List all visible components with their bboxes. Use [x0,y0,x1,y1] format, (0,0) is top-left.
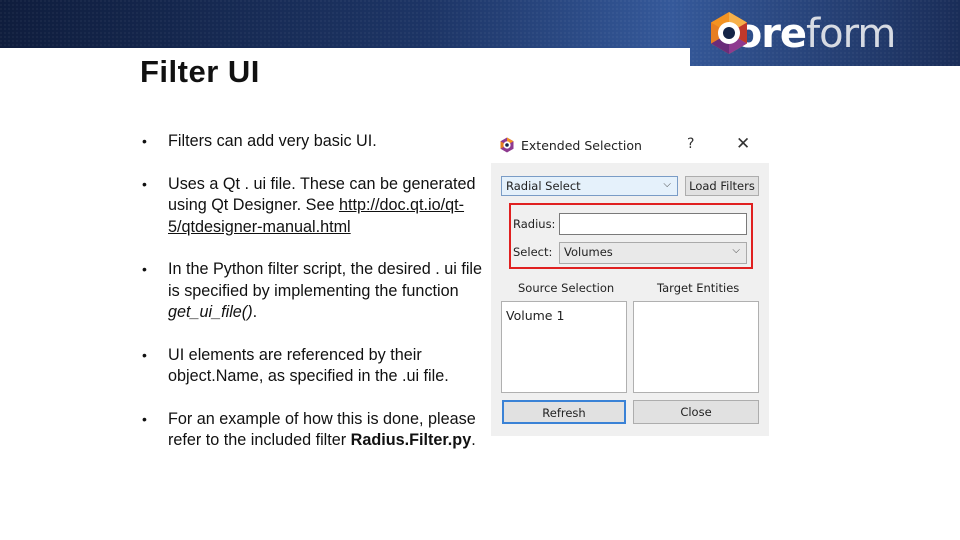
extended-selection-dialog: Extended Selection ? ✕ Radial Select ⌵ L… [491,127,769,436]
refresh-button[interactable]: Refresh [502,400,626,424]
bullet-text-end: . [471,431,476,449]
coreform-logo: coreform [706,10,896,58]
bullet-item: • Filters can add very basic UI. [142,131,487,153]
list-item[interactable]: Volume 1 [506,308,564,323]
bullet-list: • Filters can add very basic UI. • Uses … [142,131,487,473]
coreform-logo-icon [711,12,747,54]
chevron-down-icon: ⌵ [663,179,671,190]
radius-label: Radius: [513,217,556,231]
source-selection-header: Source Selection [518,281,615,295]
bullet-dot: • [142,410,147,427]
bullet-item: • UI elements are referenced by their ob… [142,345,487,388]
bullet-dot: • [142,175,147,192]
target-entities-list[interactable] [633,301,759,393]
bullet-item: • In the Python filter script, the desir… [142,259,487,324]
radius-input[interactable] [559,213,747,235]
dialog-titlebar: Extended Selection ? ✕ [491,127,769,163]
chevron-down-icon: ⌵ [732,245,740,256]
bullet-text: Filters can add very basic UI. [168,132,377,150]
source-selection-list[interactable]: Volume 1 [501,301,627,393]
dialog-title: Extended Selection [521,138,642,153]
help-button[interactable]: ? [687,136,694,152]
filter-filename: Radius.Filter.py [350,431,472,449]
load-filters-button[interactable]: Load Filters [685,176,759,196]
bullet-text-end: . [252,303,258,321]
filter-dropdown[interactable]: Radial Select ⌵ [501,176,678,196]
bullet-text: UI elements are referenced by their obje… [168,345,449,386]
function-name: get_ui_file() [168,303,253,321]
close-icon[interactable]: ✕ [736,134,750,154]
bullet-dot: • [142,133,147,149]
filter-dropdown-value: Radial Select [506,179,581,193]
bullet-dot: • [142,261,147,277]
slide-title: Filter UI [140,54,260,89]
close-button[interactable]: Close [633,400,759,424]
bullet-dot: • [142,346,147,363]
app-icon [500,137,514,153]
select-dropdown-value: Volumes [564,245,613,259]
target-entities-header: Target Entities [657,281,740,295]
select-label: Select: [513,245,553,259]
bullet-item: • Uses a Qt . ui file. These can be gene… [142,174,487,239]
bullet-text: In the Python filter script, the desired… [168,260,483,300]
select-dropdown[interactable]: Volumes ⌵ [559,242,747,264]
bullet-item: • For an example of how this is done, pl… [142,409,487,452]
